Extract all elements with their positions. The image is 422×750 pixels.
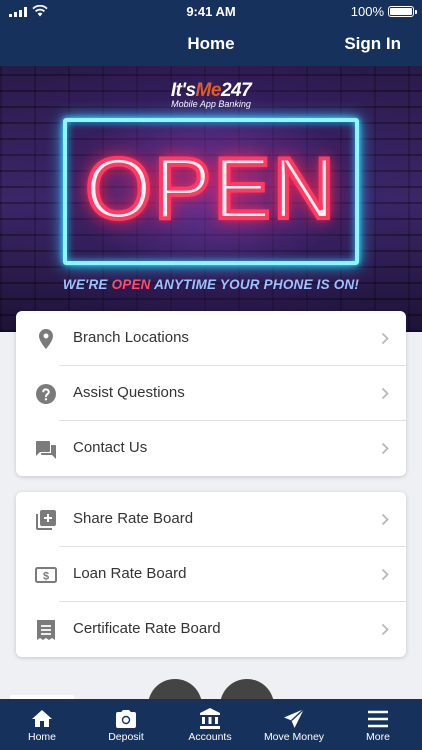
status-bar: 9:41 AM 100% (0, 0, 422, 22)
tab-more[interactable]: More (336, 699, 420, 750)
tab-home[interactable]: Home (0, 695, 84, 750)
chevron-right-icon (381, 568, 389, 581)
menu-icon (368, 710, 388, 728)
hero-tagline: WE'RE OPEN ANYTIME YOUR PHONE IS ON! (0, 277, 422, 292)
row-label: Contact Us (73, 439, 148, 456)
tab-label: More (366, 731, 390, 743)
active-tab-indicator (10, 695, 74, 699)
row-label: Certificate Rate Board (73, 620, 221, 637)
certificate-rate-board-row[interactable]: Certificate Rate Board (16, 602, 406, 657)
logo-text-247: 247 (220, 80, 252, 101)
tab-label: Deposit (108, 731, 144, 743)
tab-label: Accounts (188, 731, 232, 743)
help-icon (36, 384, 56, 404)
tagline-start: WE'RE (62, 277, 112, 292)
assist-questions-row[interactable]: Assist Questions (16, 366, 406, 421)
row-label: Branch Locations (73, 329, 189, 346)
tagline-end: ANYTIME YOUR PHONE IS ON! (150, 277, 360, 292)
tab-label: Home (27, 731, 56, 743)
logo-text-me: Me (195, 80, 222, 101)
rates-menu-card: Share Rate Board $ Loan Rate Board Certi… (16, 492, 406, 657)
info-menu-card: Branch Locations Assist Questions Contac… (16, 311, 406, 476)
chevron-right-icon (381, 387, 389, 400)
home-icon (32, 710, 52, 727)
receipt-icon (37, 620, 55, 640)
bottom-tab-bar: Home Deposit Accounts Move Money More (0, 695, 422, 750)
row-label: Assist Questions (73, 384, 185, 401)
row-label: Loan Rate Board (73, 565, 187, 582)
chevron-right-icon (381, 513, 389, 526)
bank-icon (200, 708, 220, 729)
add-library-icon (36, 510, 56, 530)
tab-move-money[interactable]: Move Money (252, 699, 336, 750)
tab-label: Move Money (263, 731, 325, 743)
tab-accounts[interactable]: Accounts (168, 699, 252, 750)
send-icon (284, 708, 305, 728)
battery-icon (388, 6, 417, 17)
row-label: Share Rate Board (73, 510, 194, 527)
tab-deposit[interactable]: Deposit (84, 699, 168, 750)
sign-in-button[interactable]: Sign In (344, 34, 401, 54)
battery-percentage: 100% (350, 4, 384, 19)
chevron-right-icon (381, 442, 389, 455)
share-rate-board-row[interactable]: Share Rate Board (16, 492, 406, 547)
logo-subtitle: Mobile App Banking (171, 99, 251, 109)
chat-icon (36, 441, 56, 459)
chevron-right-icon (381, 623, 389, 636)
neon-open-text: OPEN (83, 139, 337, 239)
hero-banner: It'sMe247 Mobile App Banking OPEN WE'RE … (0, 66, 422, 332)
neon-sign-frame: OPEN (63, 118, 359, 265)
tagline-open-word: OPEN (111, 277, 151, 292)
branch-locations-row[interactable]: Branch Locations (16, 311, 406, 366)
contact-us-row[interactable]: Contact Us (16, 421, 406, 476)
loan-rate-board-row[interactable]: $ Loan Rate Board (16, 547, 406, 602)
chevron-right-icon (381, 332, 389, 345)
svg-text:$: $ (43, 570, 49, 582)
logo-text-its: It's (170, 80, 196, 101)
navigation-bar: Home Sign In (0, 22, 422, 66)
dollar-icon: $ (35, 567, 57, 583)
location-pin-icon (39, 329, 53, 349)
camera-icon (116, 710, 136, 728)
